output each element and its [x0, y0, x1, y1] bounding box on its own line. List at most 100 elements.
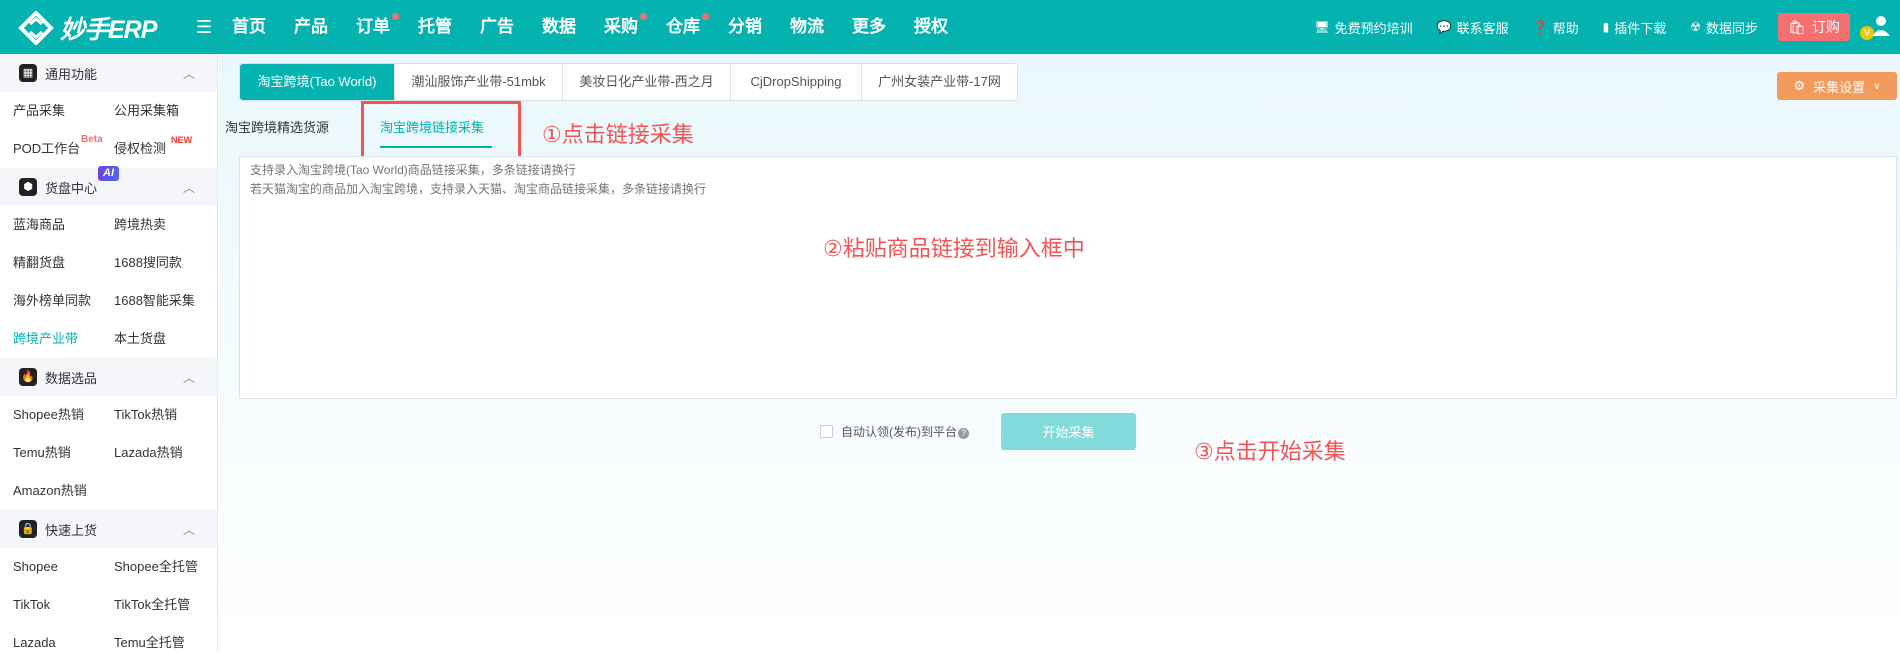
- sidebar-item-label: Temu全托管: [114, 635, 185, 650]
- sidebar-section-header[interactable]: ▦ 通用功能 ︿: [0, 54, 217, 92]
- nav-label: 物流: [790, 17, 824, 36]
- sidebar-item[interactable]: Lazada: [13, 624, 114, 662]
- top-header: 妙手ERP ☰ 首页 产品 订单 托管 广告 数据 采购 仓库 分销 物流 更多 授权 🖥 免费预约培训…: [0, 0, 1900, 54]
- sidebar-item[interactable]: Temu全托管: [114, 624, 231, 662]
- user-icon: [1872, 16, 1890, 36]
- nav-item[interactable]: 授权: [914, 0, 976, 54]
- nav-item[interactable]: 托管: [418, 0, 480, 54]
- sidebar-item[interactable]: 蓝海商品: [13, 206, 114, 244]
- logo[interactable]: 妙手ERP: [18, 10, 157, 46]
- subtab-selected-source[interactable]: 淘宝跨境精选货源: [225, 117, 329, 136]
- chevron-up-icon[interactable]: ︿: [183, 521, 195, 538]
- source-tab[interactable]: 美妆日化产业带-西之月: [563, 64, 731, 100]
- source-tab[interactable]: CjDropShipping: [731, 64, 862, 100]
- sidebar-item[interactable]: Shopee: [13, 548, 114, 586]
- training-link[interactable]: 🖥 免费预约培训: [1314, 18, 1412, 37]
- nav-item[interactable]: 广告: [480, 0, 542, 54]
- sidebar-item[interactable]: 公用采集箱: [114, 92, 231, 130]
- sidebar-item[interactable]: Shopee热销: [13, 396, 114, 434]
- chevron-down-icon: ∨: [1873, 80, 1881, 92]
- annotation-step-1: ①点击链接采集: [542, 122, 694, 147]
- shopping-bag-icon: 🛍: [1788, 18, 1806, 35]
- order-button[interactable]: 🛍 订购: [1778, 13, 1850, 41]
- sidebar-section-header[interactable]: ⬢ 货盘中心 ︿ AI: [0, 166, 217, 206]
- sidebar-item[interactable]: 侵权检测 NEW: [114, 130, 231, 168]
- new-badge: NEW: [171, 135, 192, 145]
- sidebar-section-header[interactable]: 🔒 快速上货 ︿: [0, 510, 217, 548]
- data-sync-link[interactable]: ☢ 数据同步: [1690, 18, 1758, 37]
- auto-claim-checkbox[interactable]: [820, 425, 833, 438]
- sidebar-item[interactable]: Lazada热销: [114, 434, 231, 472]
- nav-item[interactable]: 分销: [728, 0, 790, 54]
- nav-item[interactable]: 采购: [604, 0, 666, 54]
- section-title: 数据选品: [45, 370, 98, 386]
- section-title: 通用功能: [45, 66, 98, 82]
- help-circle-icon[interactable]: ?: [958, 428, 969, 439]
- nav-item[interactable]: 仓库: [666, 0, 728, 54]
- source-tab[interactable]: 潮汕服饰产业带-51mbk: [395, 64, 563, 100]
- help-link[interactable]: ❓ 帮助: [1533, 18, 1579, 37]
- nav-item[interactable]: 订单: [356, 0, 418, 54]
- nav-item[interactable]: 物流: [790, 0, 852, 54]
- collect-settings-button[interactable]: ⚙ 采集设置 ∨: [1777, 72, 1897, 100]
- cube-icon: ⬢: [19, 178, 37, 196]
- sidebar: ▦ 通用功能 ︿ 产品采集 公用采集箱 POD工作台 Beta 侵权检测 NEW ⬢ 货盘中心 ︿ AI…: [0, 54, 218, 651]
- annotation-step-2: ②粘贴商品链接到输入框中: [823, 236, 1085, 261]
- sidebar-item[interactable]: 海外榜单同款: [13, 282, 114, 320]
- sidebar-section-header[interactable]: 🔥 数据选品 ︿: [0, 358, 217, 396]
- sidebar-item-label: Temu热销: [13, 445, 71, 460]
- nav-item[interactable]: 更多: [852, 0, 914, 54]
- sidebar-item[interactable]: TikTok热销: [114, 396, 231, 434]
- start-collect-button[interactable]: 开始采集: [1001, 413, 1136, 450]
- section-title: 货盘中心: [45, 180, 98, 196]
- sidebar-item-label: Shopee: [13, 559, 58, 574]
- sidebar-item[interactable]: 1688智能采集: [114, 282, 231, 320]
- sidebar-item-label: 本土货盘: [114, 331, 167, 346]
- plugin-download-link[interactable]: ▮ 插件下载: [1603, 18, 1667, 37]
- source-tab[interactable]: 广州女装产业带-17网: [862, 64, 1017, 100]
- lock-bag-icon: 🔒: [19, 520, 37, 538]
- sidebar-item[interactable]: 本土货盘: [114, 320, 231, 358]
- main-content: 淘宝跨境(Tao World) 潮汕服饰产业带-51mbk 美妆日化产业带-西之月 C…: [219, 54, 1900, 651]
- sidebar-item[interactable]: 跨境产业带: [13, 320, 114, 358]
- sidebar-item[interactable]: Amazon热销: [13, 472, 114, 510]
- menu-toggle-icon[interactable]: ☰: [196, 17, 212, 38]
- vip-badge: V: [1860, 26, 1874, 40]
- order-label: 订购: [1811, 19, 1840, 35]
- chat-icon: 💬: [1436, 20, 1452, 34]
- user-avatar[interactable]: V: [1860, 12, 1890, 42]
- logo-icon: [18, 11, 54, 45]
- annotation-step-3: ③点击开始采集: [1194, 439, 1346, 464]
- sidebar-item[interactable]: Shopee全托管: [114, 548, 231, 586]
- sidebar-item-label: POD工作台: [13, 141, 81, 156]
- sidebar-item[interactable]: TikTok全托管: [114, 586, 231, 624]
- logo-text: 妙手ERP: [60, 16, 157, 44]
- sync-label: 数据同步: [1705, 20, 1758, 36]
- highlight-box: [361, 101, 521, 162]
- nav-item[interactable]: 首页: [232, 0, 294, 54]
- link-input-textarea[interactable]: [239, 156, 1897, 399]
- help-icon: ❓: [1532, 20, 1548, 34]
- nav-item[interactable]: 数据: [542, 0, 604, 54]
- support-link[interactable]: 💬 联系客服: [1437, 18, 1509, 37]
- sidebar-item-label: TikTok: [13, 597, 51, 612]
- chevron-up-icon[interactable]: ︿: [183, 179, 195, 196]
- sidebar-item-label: Shopee热销: [13, 407, 84, 422]
- chevron-up-icon[interactable]: ︿: [183, 369, 195, 386]
- beta-badge: Beta: [81, 134, 103, 145]
- section-title: 快速上货: [45, 522, 98, 538]
- download-icon: ▮: [1602, 20, 1610, 34]
- sidebar-item[interactable]: 跨境热卖: [114, 206, 231, 244]
- nav-item[interactable]: 产品: [294, 0, 356, 54]
- sidebar-item[interactable]: 精翻货盘: [13, 244, 114, 282]
- source-tab[interactable]: 淘宝跨境(Tao World): [240, 64, 395, 100]
- chevron-up-icon[interactable]: ︿: [183, 65, 195, 82]
- nav-label: 订单: [356, 17, 390, 36]
- sidebar-item[interactable]: Temu热销: [13, 434, 114, 472]
- sidebar-item[interactable]: TikTok: [13, 586, 114, 624]
- sidebar-item[interactable]: 产品采集: [13, 92, 114, 130]
- nav-label: 授权: [914, 17, 948, 36]
- sidebar-item[interactable]: 1688搜同款: [114, 244, 231, 282]
- nav-label: 数据: [542, 17, 576, 36]
- sidebar-item[interactable]: POD工作台 Beta: [13, 130, 114, 168]
